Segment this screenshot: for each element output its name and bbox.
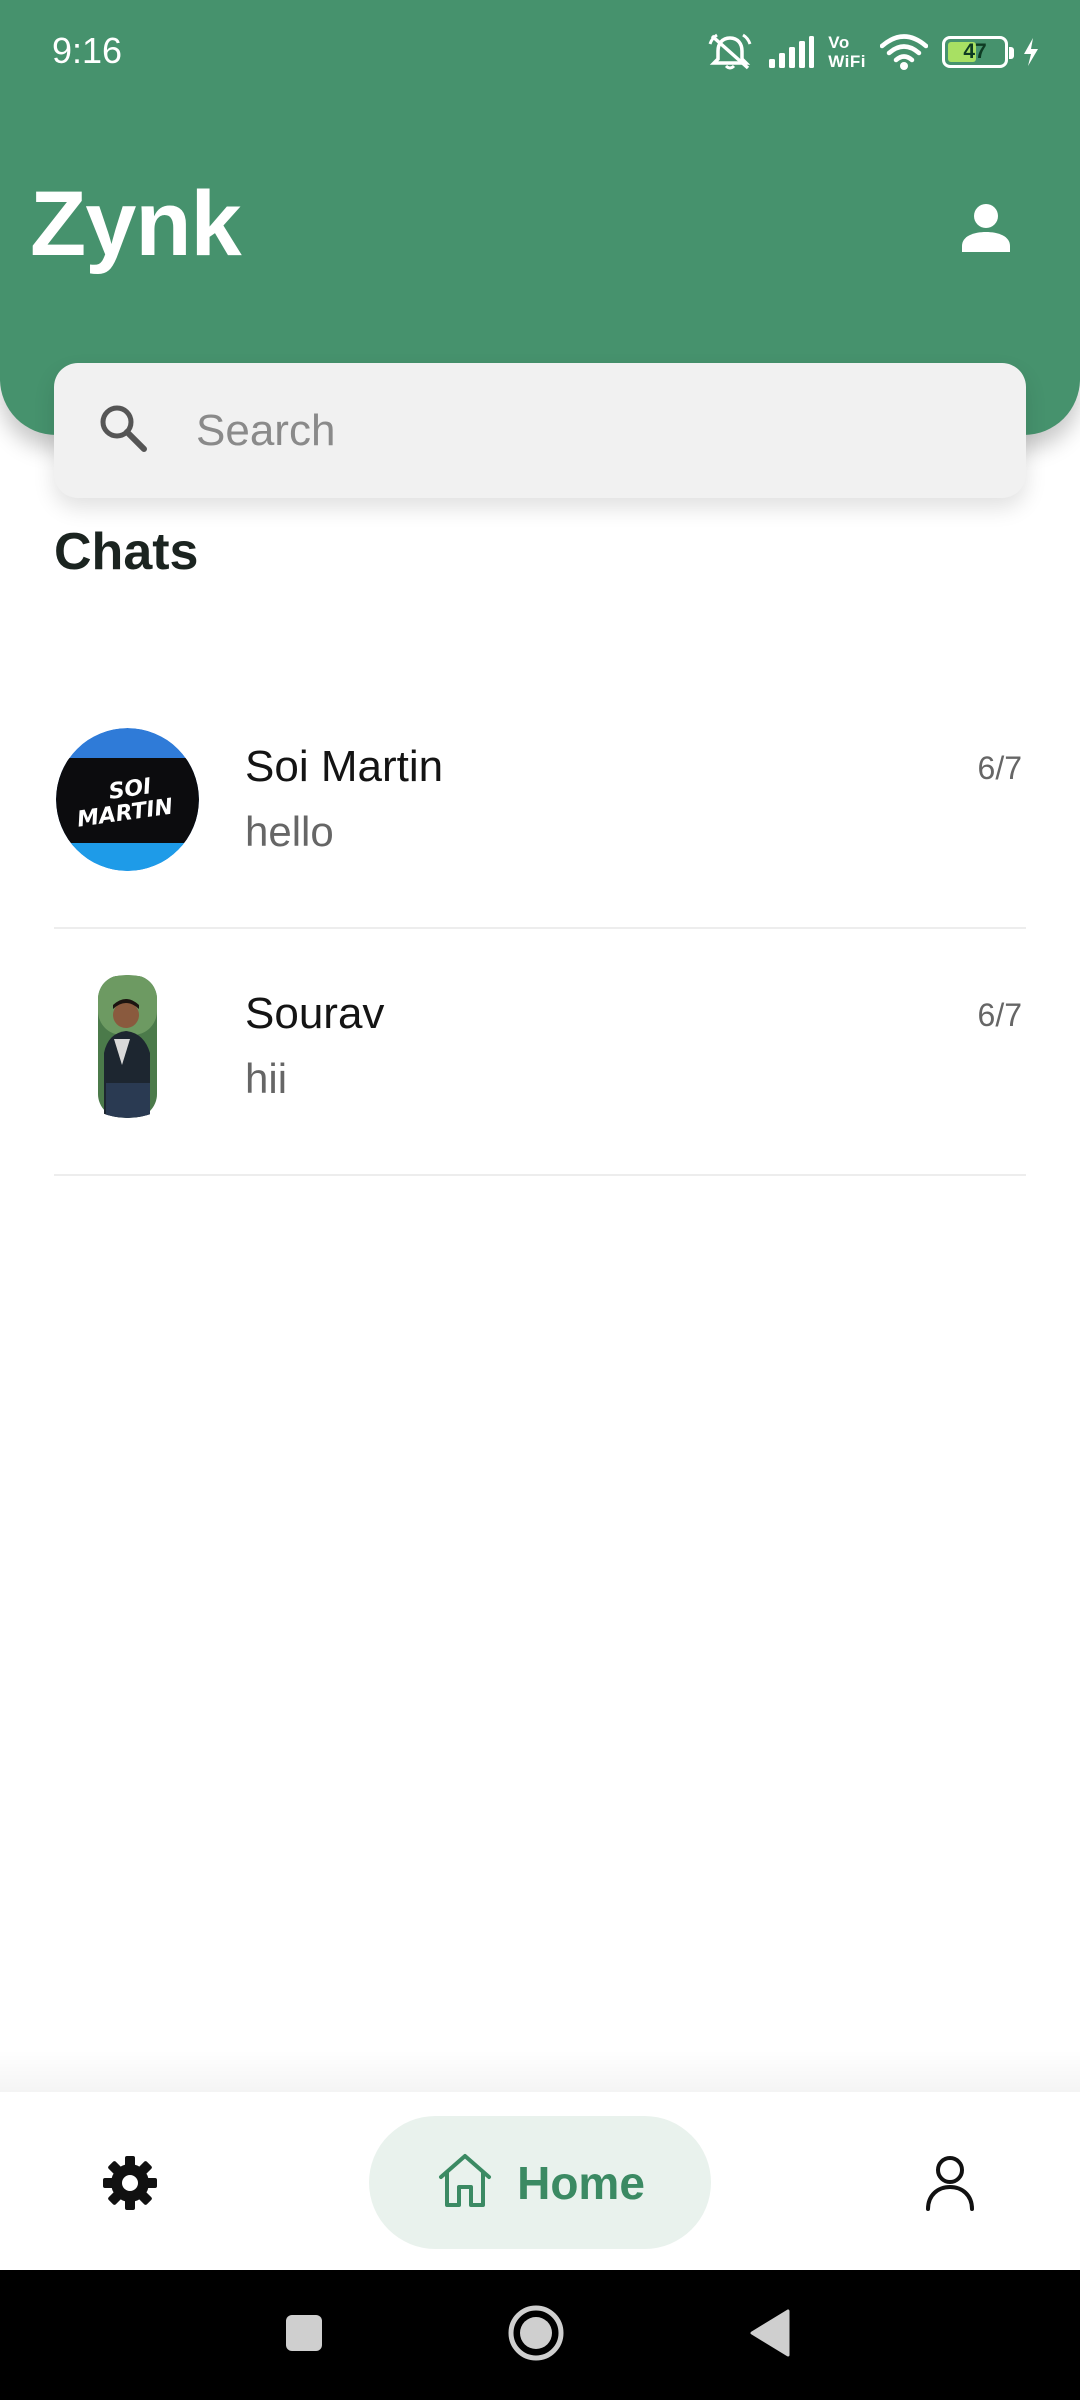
nav-profile-button[interactable] — [912, 2147, 988, 2223]
person-icon — [960, 202, 1012, 259]
chat-list: SOI MARTIN Soi Martin hello 6/7 Sourav h… — [54, 682, 1026, 1176]
vowifi-bottom-text: WiFi — [828, 52, 866, 71]
chat-time: 6/7 — [977, 997, 1022, 1033]
bottom-navigation: Home — [0, 2092, 1080, 2270]
system-home-button[interactable] — [500, 2270, 572, 2400]
signal-icon — [768, 35, 815, 69]
recents-button[interactable] — [268, 2270, 340, 2400]
back-button[interactable] — [734, 2270, 806, 2400]
section-title-chats: Chats — [54, 523, 199, 581]
avatar[interactable] — [56, 975, 199, 1118]
gear-icon — [101, 2154, 159, 2217]
chat-row[interactable]: SOI MARTIN Soi Martin hello 6/7 — [54, 682, 1026, 929]
app-title: Zynk — [30, 173, 242, 275]
battery-percent: 47 — [963, 40, 987, 63]
wifi-icon — [880, 33, 928, 71]
search-input[interactable] — [196, 393, 976, 468]
vowifi-icon: Vo WiFi — [828, 33, 866, 71]
search-icon — [94, 399, 154, 464]
chat-time: 6/7 — [977, 750, 1022, 786]
recents-icon — [284, 2313, 324, 2358]
system-navigation-bar — [0, 2270, 1080, 2400]
home-icon — [435, 2151, 495, 2214]
bottom-nav-shadow — [0, 2050, 1080, 2092]
user-outline-icon — [924, 2155, 976, 2216]
status-bar: 9:16 Vo WiFi 47 — [0, 0, 1080, 105]
vowifi-top-text: Vo — [828, 33, 850, 52]
chat-preview: hello — [245, 808, 334, 855]
status-icons: Vo WiFi 47 — [706, 26, 1040, 78]
search-bar[interactable] — [54, 363, 1026, 498]
nav-home-button[interactable]: Home — [369, 2116, 711, 2249]
chat-name: Sourav — [245, 989, 385, 1038]
nav-settings-button[interactable] — [92, 2147, 168, 2223]
profile-button[interactable] — [948, 192, 1024, 268]
back-icon — [748, 2309, 792, 2362]
battery-icon: 47 — [942, 36, 1014, 68]
chat-name: Soi Martin — [245, 742, 444, 791]
nav-home-label: Home — [517, 2156, 645, 2209]
avatar[interactable]: SOI MARTIN — [56, 728, 199, 871]
home-circle-icon — [507, 2304, 565, 2367]
status-time: 9:16 — [52, 30, 123, 71]
charging-icon — [1022, 37, 1040, 67]
chat-row[interactable]: Sourav hii 6/7 — [54, 929, 1026, 1176]
chat-preview: hii — [245, 1055, 288, 1102]
mute-alarm-icon — [706, 32, 754, 72]
